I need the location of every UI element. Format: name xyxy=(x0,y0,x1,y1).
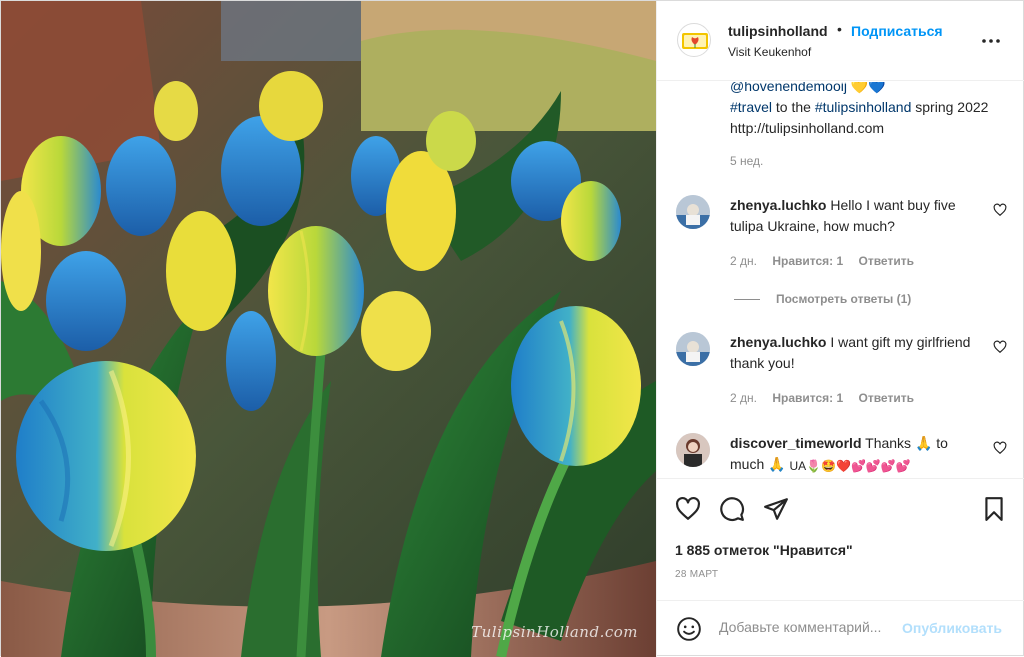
more-horizontal-icon[interactable] xyxy=(979,29,1003,53)
comment-text: discover_timeworld Thanks 🙏 to much 🙏 UA… xyxy=(730,433,985,476)
caption-hearts: 💛💙 xyxy=(850,82,886,94)
post-photo[interactable]: TulipsinHolland.com xyxy=(1,1,656,657)
add-comment-bar: Опубликовать xyxy=(657,600,1024,657)
caption-text-mid: to the xyxy=(772,99,815,115)
heart-outline-icon[interactable] xyxy=(993,340,1007,354)
post-date: 28 МАРТ xyxy=(675,569,719,580)
comments-list[interactable]: @hovenendemooij 💛💙 #travel to the #tulip… xyxy=(657,82,1024,478)
follow-button[interactable]: Подписаться xyxy=(851,23,943,39)
comment-bubble-icon[interactable] xyxy=(719,496,745,522)
comment-avatar[interactable] xyxy=(676,433,710,467)
save-bookmark-icon[interactable] xyxy=(981,496,1007,522)
comment-text: zhenya.luchko Hello I want buy five tuli… xyxy=(730,195,985,237)
view-replies-line xyxy=(734,299,760,301)
comment-emoji-row: UA🌷🤩❤️💕💕💕💕 xyxy=(789,459,911,473)
comment-reply-button[interactable]: Ответить xyxy=(859,254,914,268)
heart-outline-icon[interactable] xyxy=(993,441,1007,455)
comment-likes[interactable]: Нравится: 1 xyxy=(772,254,843,268)
post-caption: @hovenendemooij 💛💙 #travel to the #tulip… xyxy=(730,82,1010,139)
caption-time: 5 нед. xyxy=(730,154,764,168)
view-replies-label: Посмотреть ответы (1) xyxy=(776,292,912,306)
comment-username[interactable]: zhenya.luchko xyxy=(730,197,826,213)
post-side-panel: tulipsinholland • Подписаться Visit Keuk… xyxy=(656,1,1024,657)
comment-time: 2 дн. xyxy=(730,391,757,405)
like-heart-icon[interactable] xyxy=(675,496,701,522)
caption-hashtag-tulipsinholland[interactable]: #tulipsinholland xyxy=(815,99,912,115)
likes-count[interactable]: 1 885 отметок "Нравится" xyxy=(675,542,853,558)
photo-watermark: TulipsinHolland.com xyxy=(471,623,638,641)
comment-avatar[interactable] xyxy=(676,195,710,229)
comment-reply-button[interactable]: Ответить xyxy=(859,391,914,405)
comment-avatar[interactable] xyxy=(676,332,710,366)
heart-outline-icon[interactable] xyxy=(993,203,1007,217)
avatar-photo-icon xyxy=(676,332,710,366)
comment-username[interactable]: zhenya.luchko xyxy=(730,334,826,350)
post-header: tulipsinholland • Подписаться Visit Keuk… xyxy=(657,1,1024,81)
post-location[interactable]: Visit Keukenhof xyxy=(728,45,811,59)
tulips-illustration xyxy=(1,1,656,657)
account-username[interactable]: tulipsinholland xyxy=(728,23,828,39)
caption-hashtag-travel[interactable]: #travel xyxy=(730,99,772,115)
comment-text: zhenya.luchko I want gift my girlfriend … xyxy=(730,332,985,374)
avatar-photo-icon xyxy=(676,433,710,467)
comment-meta: 2 дн. Нравится: 1 Ответить xyxy=(730,254,926,268)
account-avatar[interactable] xyxy=(677,23,711,57)
comment-time: 2 дн. xyxy=(730,254,757,268)
emoji-smile-icon[interactable] xyxy=(676,616,702,642)
share-paper-plane-icon[interactable] xyxy=(763,496,789,522)
comment-likes[interactable]: Нравится: 1 xyxy=(772,391,843,405)
instagram-post: TulipsinHolland.com tulipsinholland • По… xyxy=(0,0,1024,657)
comment-meta: 2 дн. Нравится: 1 Ответить xyxy=(730,391,926,405)
comment-username[interactable]: discover_timeworld xyxy=(730,435,862,451)
caption-mention[interactable]: @hovenendemooij xyxy=(730,82,847,94)
publish-button[interactable]: Опубликовать xyxy=(902,620,1002,636)
comment-input[interactable] xyxy=(719,619,897,635)
avatar-photo-icon xyxy=(676,195,710,229)
post-actions: 1 885 отметок "Нравится" 28 МАРТ xyxy=(657,478,1024,608)
view-replies-button[interactable]: Посмотреть ответы (1) xyxy=(734,292,911,306)
header-separator-dot: • xyxy=(837,21,842,37)
tulip-logo-icon xyxy=(682,33,708,49)
